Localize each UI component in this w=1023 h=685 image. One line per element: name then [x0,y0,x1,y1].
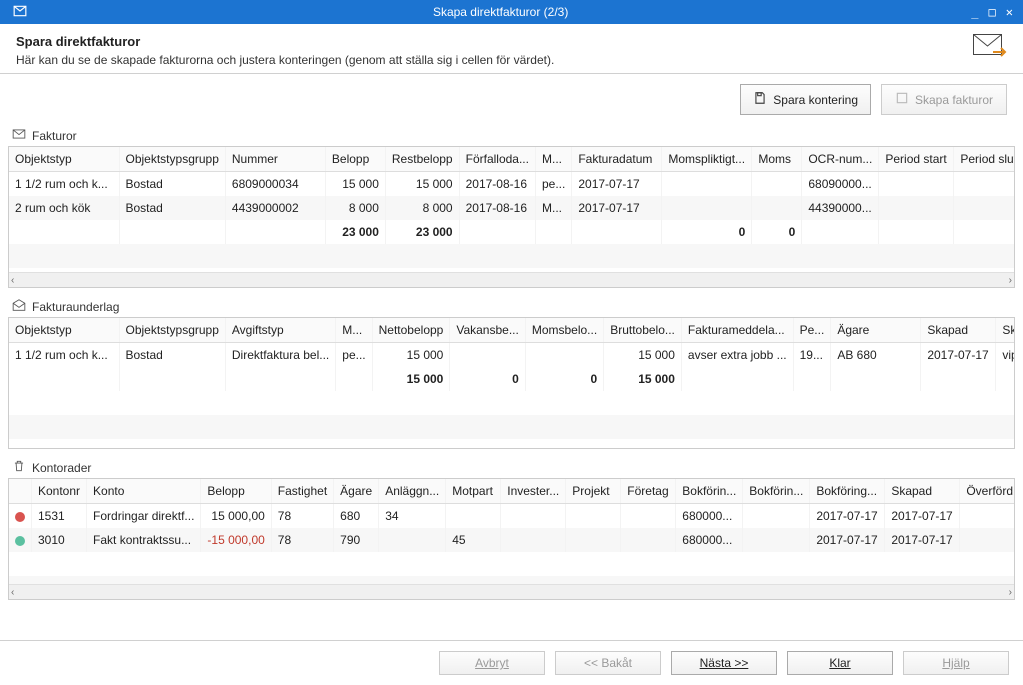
help-button[interactable]: Hjälp [903,651,1009,675]
col-invester[interactable]: Invester... [501,479,566,504]
titlebar-app-icon [13,4,27,21]
col-m2[interactable]: M... [336,318,372,343]
table-row[interactable]: 1 1/2 rum och k...Bostad680900003415 000… [9,172,1014,197]
footer: Avbryt << Bakåt Nästa >> Klar Hjälp [0,640,1023,685]
col-forfalloda[interactable]: Förfalloda... [459,147,535,172]
col-m[interactable]: M... [535,147,571,172]
section-fakturaunderlag: Fakturaunderlag Objektstyp Objektstypsg [8,296,1015,449]
col-moms[interactable]: Moms [752,147,802,172]
col-overford[interactable]: Överförd [960,479,1014,504]
col-pe[interactable]: Pe... [793,318,831,343]
col-bokforing3[interactable]: Bokföring... [810,479,885,504]
back-button[interactable]: << Bakåt [555,651,661,675]
cancel-button[interactable]: Avbryt [439,651,545,675]
action-bar: Spara kontering Skapa fakturor [0,74,1023,125]
col-belopp3[interactable]: Belopp [201,479,271,504]
envelope-icon [12,127,26,144]
col-bokforing2[interactable]: Bokförin... [743,479,810,504]
status-bullet [15,512,25,522]
col-skapad-av[interactable]: Skapad av [996,318,1014,343]
col-motpart[interactable]: Motpart [446,479,501,504]
col-agare2[interactable]: Ägare [831,318,921,343]
envelope-open-icon [12,298,26,315]
section-fakturor: Fakturor Objektstyp Obje [8,125,1015,288]
fakturor-table[interactable]: Objektstyp Objektstypsgrupp Nummer Belop… [9,147,1014,272]
fakturaunderlag-table[interactable]: Objektstyp Objektstypsgrupp Avgiftstyp M… [9,318,1014,448]
trash-icon [12,459,26,476]
window-title: Skapa direktfakturor (2/3) [40,5,961,19]
col-objektstyp2[interactable]: Objektstyp [9,318,119,343]
table-row[interactable]: 1 1/2 rum och k...BostadDirektfaktura be… [9,343,1014,368]
section-fakturor-label: Fakturor [32,129,77,143]
col-fastighet[interactable]: Fastighet [271,479,333,504]
table-row[interactable]: 1531Fordringar direktf...15 000,00786803… [9,504,1014,529]
status-bullet [15,536,25,546]
invoices-icon [895,91,909,108]
done-button[interactable]: Klar [787,651,893,675]
col-agare3[interactable]: Ägare [334,479,379,504]
next-button[interactable]: Nästa >> [671,651,777,675]
section-kontorader-label: Kontorader [32,461,91,475]
col-period-slut[interactable]: Period slut [954,147,1014,172]
save-kontering-label: Spara kontering [773,93,858,107]
mail-step-icon [973,34,1007,63]
col-bokforing1[interactable]: Bokförin... [676,479,743,504]
table-row[interactable]: 2 rum och kökBostad44390000028 0008 0002… [9,196,1014,220]
section-kontorader: Kontorader [8,457,1015,632]
col-anlaggn[interactable]: Anläggn... [379,479,446,504]
table-row[interactable]: 3010Fakt kontraktssu...-15 000,007879045… [9,528,1014,552]
col-foretag[interactable]: Företag [621,479,676,504]
col-momsbelo[interactable]: Momsbelo... [525,318,603,343]
save-icon [753,91,767,108]
col-period-start[interactable]: Period start [879,147,954,172]
create-invoices-label: Skapa fakturor [915,93,993,107]
create-invoices-button[interactable]: Skapa fakturor [881,84,1007,115]
col-vakansbe[interactable]: Vakansbe... [450,318,525,343]
col-skapad[interactable]: Skapad [921,318,996,343]
col-nettobelopp[interactable]: Nettobelopp [372,318,450,343]
col-fakturadatum[interactable]: Fakturadatum [572,147,662,172]
col-fakturameddela[interactable]: Fakturameddela... [681,318,793,343]
kontorader-scrollbar[interactable]: ‹› [9,584,1014,599]
col-konto[interactable]: Konto [87,479,201,504]
section-fakturaunderlag-label: Fakturaunderlag [32,300,119,314]
col-belopp[interactable]: Belopp [325,147,385,172]
save-kontering-button[interactable]: Spara kontering [740,84,871,115]
col-kontonr[interactable]: Kontonr [32,479,87,504]
col-objektstypsgrupp2[interactable]: Objektstypsgrupp [119,318,225,343]
close-button[interactable]: ✕ [1006,5,1013,19]
col-nummer[interactable]: Nummer [225,147,325,172]
page-subtitle: Här kan du se de skapade fakturorna och … [16,53,1007,67]
kontorader-table[interactable]: Kontonr Konto Belopp Fastighet Ägare Anl… [9,479,1014,584]
page-title: Spara direktfakturor [16,34,1007,49]
window: Skapa direktfakturor (2/3) _ □ ✕ Spara d… [0,0,1023,685]
col-objektstyp[interactable]: Objektstyp [9,147,119,172]
titlebar: Skapa direktfakturor (2/3) _ □ ✕ [0,0,1023,24]
col-momspliktigt[interactable]: Momspliktigt... [662,147,752,172]
col-avgiftstyp[interactable]: Avgiftstyp [225,318,335,343]
col-objektstypsgrupp[interactable]: Objektstypsgrupp [119,147,225,172]
minimize-button[interactable]: _ [971,5,978,19]
col-skapad3[interactable]: Skapad [885,479,960,504]
fakturor-scrollbar[interactable]: ‹› [9,272,1014,287]
maximize-button[interactable]: □ [989,5,996,19]
header: Spara direktfakturor Här kan du se de sk… [0,24,1023,74]
col-projekt[interactable]: Projekt [566,479,621,504]
col-bruttobelo[interactable]: Bruttobelo... [604,318,682,343]
col-ocr[interactable]: OCR-num... [802,147,879,172]
col-restbelopp[interactable]: Restbelopp [385,147,459,172]
